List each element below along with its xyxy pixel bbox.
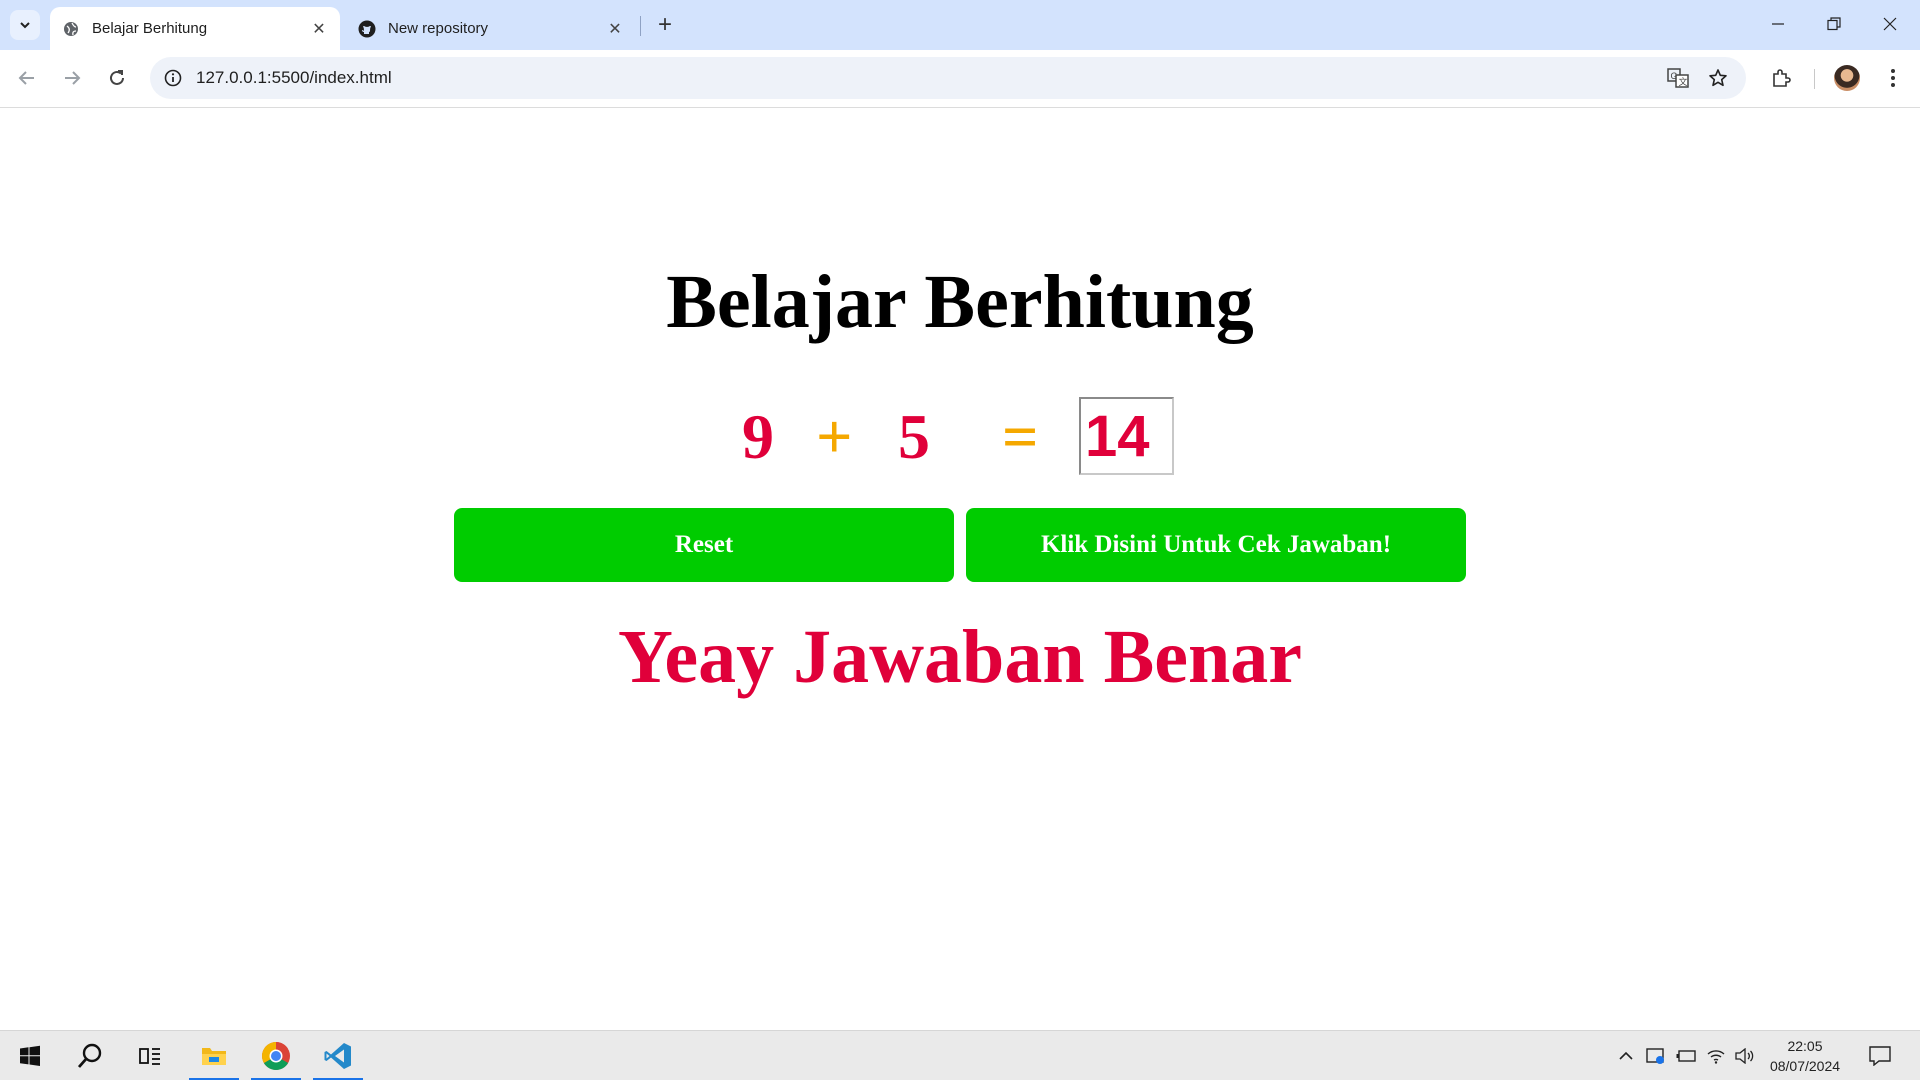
url-text[interactable]: 127.0.0.1:5500/index.html — [196, 57, 392, 99]
bookmark-star-icon[interactable] — [1705, 65, 1731, 91]
system-clock[interactable]: 22:05 08/07/2024 — [1760, 1036, 1850, 1076]
more-menu-icon[interactable] — [1876, 61, 1910, 95]
arrow-left-icon — [18, 71, 34, 85]
tab-title: New repository — [388, 20, 489, 37]
arrow-right-icon — [65, 71, 81, 85]
start-button[interactable] — [4, 1031, 56, 1080]
reload-icon — [110, 70, 124, 85]
close-window-button[interactable] — [1862, 0, 1918, 48]
forward-button[interactable] — [55, 61, 89, 95]
extensions-icon[interactable] — [1764, 61, 1798, 95]
browser-toolbar: 127.0.0.1:5500/index.html G文 — [0, 50, 1920, 108]
vscode-button[interactable] — [312, 1031, 364, 1080]
close-icon — [1883, 17, 1897, 31]
vscode-icon — [324, 1043, 351, 1069]
reload-button[interactable] — [100, 61, 134, 95]
toolbar-divider — [1814, 69, 1815, 89]
operator-plus: + — [816, 401, 853, 472]
second-number: 5 — [898, 401, 930, 472]
file-explorer-icon — [202, 1048, 226, 1065]
page-title: Belajar Berhitung — [666, 260, 1254, 344]
result-message: Yeay Jawaban Benar — [617, 615, 1303, 699]
security-icon[interactable] — [1644, 1044, 1668, 1068]
restore-icon — [1827, 17, 1841, 31]
new-tab-button[interactable]: + — [650, 10, 680, 40]
search-icon — [77, 1043, 102, 1068]
battery-icon[interactable] — [1674, 1044, 1698, 1068]
tab-divider — [640, 16, 641, 36]
chevron-down-icon — [20, 22, 30, 29]
tab-search-button[interactable] — [10, 10, 40, 40]
file-explorer-button[interactable] — [188, 1031, 240, 1080]
clock-time: 22:05 — [1787, 1038, 1823, 1054]
equals-sign: = — [1002, 401, 1039, 472]
clock-date: 08/07/2024 — [1769, 1058, 1841, 1074]
task-view-icon — [139, 1048, 160, 1065]
search-button[interactable] — [64, 1031, 116, 1080]
tab-belajar-berhitung[interactable]: Belajar Berhitung ✕ — [50, 7, 340, 50]
check-answer-button[interactable]: Klik Disini Untuk Cek Jawaban! — [966, 508, 1466, 582]
back-button[interactable] — [10, 61, 44, 95]
close-icon[interactable]: ✕ — [604, 18, 626, 40]
svg-text:文: 文 — [1679, 76, 1688, 87]
site-info-icon[interactable] — [160, 65, 186, 91]
globe-icon — [62, 20, 80, 38]
plus-icon: + — [657, 11, 672, 38]
restore-button[interactable] — [1806, 0, 1862, 48]
reset-button[interactable]: Reset — [454, 508, 954, 582]
wifi-icon[interactable] — [1704, 1044, 1728, 1068]
profile-avatar[interactable] — [1834, 65, 1860, 91]
notifications-icon[interactable] — [1868, 1044, 1892, 1068]
taskbar: 22:05 08/07/2024 — [0, 1030, 1920, 1080]
first-number: 9 — [742, 401, 774, 472]
minimize-button[interactable] — [1750, 0, 1806, 48]
translate-icon[interactable]: G文 — [1665, 65, 1691, 91]
tab-title: Belajar Berhitung — [92, 20, 208, 37]
close-icon[interactable]: ✕ — [308, 18, 330, 40]
chrome-button[interactable] — [250, 1031, 302, 1080]
address-bar[interactable]: 127.0.0.1:5500/index.html G文 — [150, 57, 1746, 99]
start-icon — [20, 1045, 40, 1066]
github-icon — [358, 20, 376, 38]
answer-input[interactable] — [1079, 397, 1174, 475]
tab-new-repository[interactable]: New repository ✕ — [346, 7, 636, 50]
page-content: Belajar Berhitung 9 + 5 = Reset Klik Dis… — [0, 109, 1920, 1030]
chrome-icon — [262, 1042, 290, 1070]
volume-icon[interactable] — [1732, 1044, 1756, 1068]
tab-strip: Belajar Berhitung ✕ New repository ✕ + — [0, 0, 1920, 50]
show-hidden-icons-chevron-icon[interactable] — [1614, 1044, 1638, 1068]
task-view-button[interactable] — [124, 1031, 176, 1080]
minimize-icon — [1772, 23, 1784, 25]
equation: 9 + 5 = — [0, 397, 1920, 477]
